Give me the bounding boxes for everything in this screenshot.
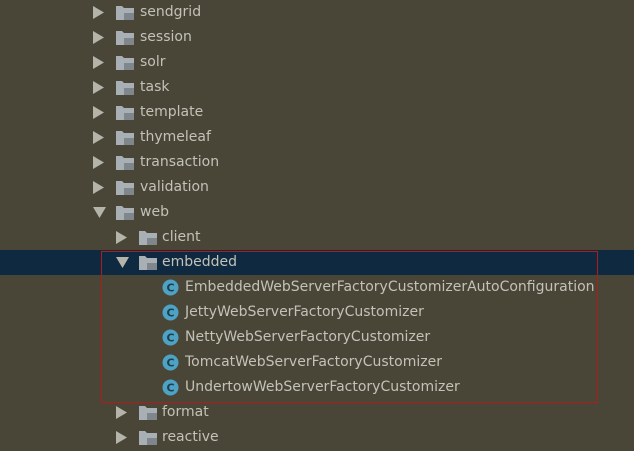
svg-text:C: C: [166, 307, 174, 320]
tree-node-validation[interactable]: validation: [0, 175, 634, 200]
tree-node-class[interactable]: C UndertowWebServerFactoryCustomizer: [0, 375, 634, 400]
project-tree: sendgrid session solr task template thym…: [0, 0, 634, 451]
expand-arrow-icon[interactable]: [93, 75, 107, 100]
tree-node-label: template: [140, 104, 204, 120]
java-class-icon: C: [162, 325, 180, 350]
tree-node-task[interactable]: task: [0, 75, 634, 100]
tree-node-session[interactable]: session: [0, 25, 634, 50]
tree-node-template[interactable]: template: [0, 100, 634, 125]
expand-arrow-icon[interactable]: [93, 0, 107, 25]
folder-icon: [116, 175, 134, 200]
tree-node-class[interactable]: C NettyWebServerFactoryCustomizer: [0, 325, 634, 350]
svg-text:C: C: [166, 282, 174, 295]
tree-node-label: reactive: [162, 429, 219, 445]
folder-icon: [139, 400, 157, 425]
svg-text:C: C: [166, 332, 174, 345]
tree-node-label: thymeleaf: [140, 129, 211, 145]
expand-arrow-icon[interactable]: [93, 125, 107, 150]
java-class-icon: C: [162, 375, 180, 400]
tree-node-label: session: [140, 29, 192, 45]
tree-node-transaction[interactable]: transaction: [0, 150, 634, 175]
tree-node-label: client: [162, 229, 201, 245]
folder-icon: [139, 225, 157, 250]
tree-node-label: validation: [140, 179, 209, 195]
tree-node-label: JettyWebServerFactoryCustomizer: [185, 304, 424, 320]
expand-arrow-icon[interactable]: [93, 100, 107, 125]
tree-node-label: EmbeddedWebServerFactoryCustomizerAutoCo…: [185, 279, 595, 295]
tree-node-class[interactable]: C JettyWebServerFactoryCustomizer: [0, 300, 634, 325]
expand-arrow-icon[interactable]: [93, 50, 107, 75]
tree-node-label: sendgrid: [140, 4, 202, 20]
folder-icon: [116, 0, 134, 25]
folder-icon: [116, 200, 134, 225]
folder-icon: [116, 150, 134, 175]
collapse-arrow-icon[interactable]: [116, 250, 130, 275]
tree-node-client[interactable]: client: [0, 225, 634, 250]
expand-arrow-icon[interactable]: [116, 225, 130, 250]
tree-node-label: UndertowWebServerFactoryCustomizer: [185, 379, 460, 395]
folder-icon: [116, 50, 134, 75]
tree-node-embedded[interactable]: embedded: [0, 250, 634, 275]
tree-node-web[interactable]: web: [0, 200, 634, 225]
tree-node-format[interactable]: format: [0, 400, 634, 425]
java-class-icon: C: [162, 275, 180, 300]
tree-node-label: solr: [140, 54, 166, 70]
tree-node-label: embedded: [162, 254, 238, 270]
tree-node-thymeleaf[interactable]: thymeleaf: [0, 125, 634, 150]
tree-node-label: format: [162, 404, 209, 420]
svg-text:C: C: [166, 382, 174, 395]
folder-icon: [116, 75, 134, 100]
java-class-icon: C: [162, 350, 180, 375]
tree-node-label: transaction: [140, 154, 220, 170]
collapse-arrow-icon[interactable]: [93, 200, 107, 225]
tree-node-class[interactable]: C TomcatWebServerFactoryCustomizer: [0, 350, 634, 375]
svg-text:C: C: [166, 357, 174, 370]
tree-node-label: NettyWebServerFactoryCustomizer: [185, 329, 431, 345]
folder-icon: [139, 425, 157, 450]
expand-arrow-icon[interactable]: [93, 175, 107, 200]
folder-icon: [116, 100, 134, 125]
expand-arrow-icon[interactable]: [93, 25, 107, 50]
expand-arrow-icon[interactable]: [116, 400, 130, 425]
folder-icon: [116, 25, 134, 50]
tree-node-label: TomcatWebServerFactoryCustomizer: [185, 354, 442, 370]
tree-node-reactive[interactable]: reactive: [0, 425, 634, 450]
tree-node-class[interactable]: C EmbeddedWebServerFactoryCustomizerAuto…: [0, 275, 634, 300]
tree-node-solr[interactable]: solr: [0, 50, 634, 75]
folder-icon: [139, 250, 157, 275]
tree-node-sendgrid[interactable]: sendgrid: [0, 0, 634, 25]
tree-node-label: web: [140, 204, 169, 220]
folder-icon: [116, 125, 134, 150]
expand-arrow-icon[interactable]: [116, 425, 130, 450]
tree-node-label: task: [140, 79, 170, 95]
expand-arrow-icon[interactable]: [93, 150, 107, 175]
java-class-icon: C: [162, 300, 180, 325]
